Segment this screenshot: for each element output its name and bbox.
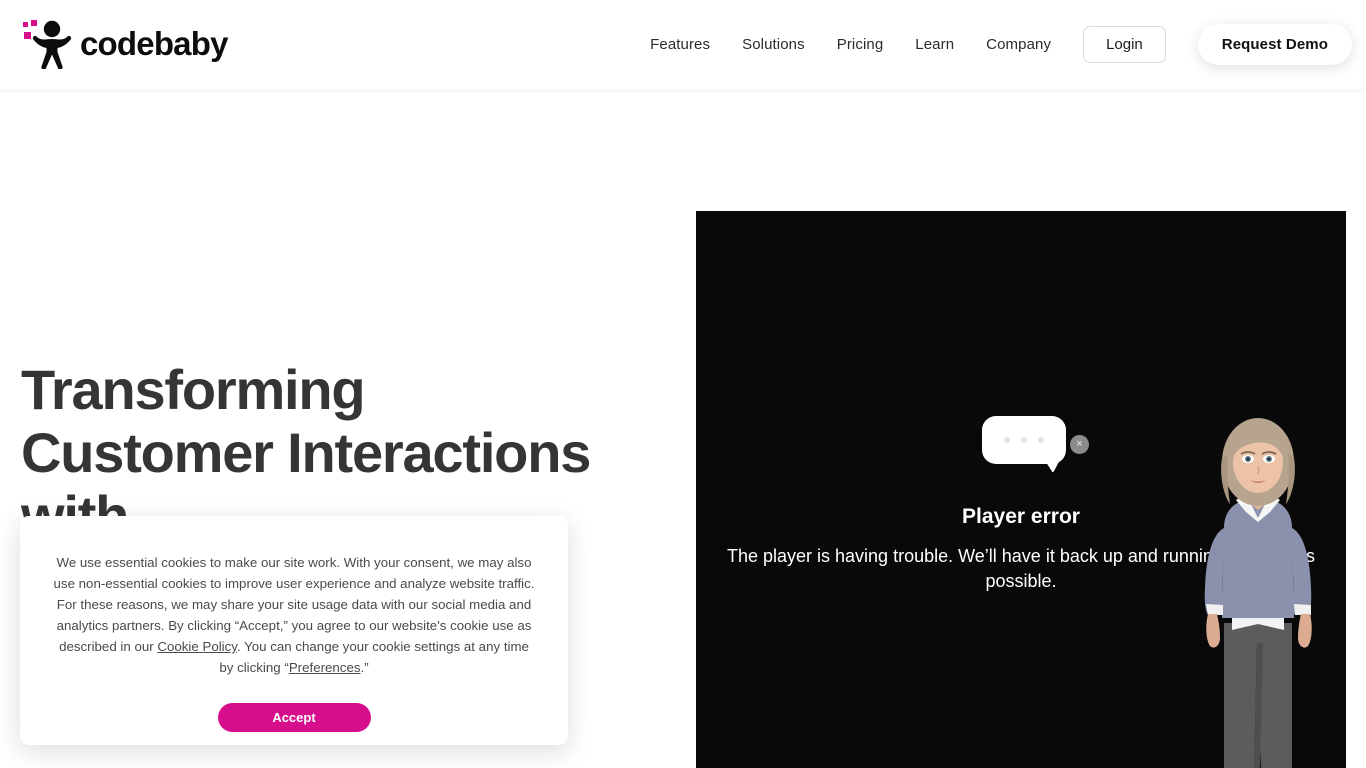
avatar bbox=[1204, 418, 1312, 768]
cookie-consent-banner: We use essential cookies to make our sit… bbox=[20, 516, 568, 745]
page-root: codebaby Features Solutions Pricing Lear… bbox=[0, 0, 1366, 768]
logo-link[interactable]: codebaby bbox=[22, 18, 228, 70]
hero-heading-line-1: Transforming bbox=[21, 358, 366, 421]
chat-bubble-group: × bbox=[982, 416, 1092, 472]
nav-item-learn[interactable]: Learn bbox=[899, 36, 970, 53]
typing-dot-1 bbox=[1004, 437, 1010, 443]
nav-item-company[interactable]: Company bbox=[970, 36, 1067, 53]
nav-item-solutions[interactable]: Solutions bbox=[726, 36, 821, 53]
codebaby-figure-icon bbox=[23, 20, 72, 69]
typing-dot-3 bbox=[1038, 437, 1044, 443]
hero-heading-line-2: Customer Interactions bbox=[21, 421, 591, 484]
chat-bubble[interactable] bbox=[982, 416, 1066, 464]
cookie-policy-link[interactable]: Cookie Policy bbox=[157, 639, 237, 654]
main-navigation: Features Solutions Pricing Learn Company… bbox=[634, 0, 1352, 89]
video-player-panel[interactable]: × Player error The player is having trou… bbox=[696, 211, 1346, 768]
cookie-consent-text: We use essential cookies to make our sit… bbox=[52, 552, 536, 678]
close-icon[interactable]: × bbox=[1070, 435, 1089, 454]
request-demo-button[interactable]: Request Demo bbox=[1197, 24, 1352, 65]
logo-wordmark: codebaby bbox=[80, 25, 228, 62]
nav-item-features[interactable]: Features bbox=[634, 36, 726, 53]
cookie-text-part-3: .” bbox=[360, 660, 369, 675]
typing-dot-2 bbox=[1021, 437, 1027, 443]
login-button[interactable]: Login bbox=[1083, 26, 1166, 63]
nav-item-pricing[interactable]: Pricing bbox=[821, 36, 900, 53]
accept-cookies-button[interactable]: Accept bbox=[217, 703, 371, 732]
site-header: codebaby Features Solutions Pricing Lear… bbox=[0, 0, 1366, 89]
preferences-link[interactable]: Preferences bbox=[289, 660, 361, 675]
cookie-text-part-2: . You can change your cookie settings at… bbox=[219, 639, 529, 675]
